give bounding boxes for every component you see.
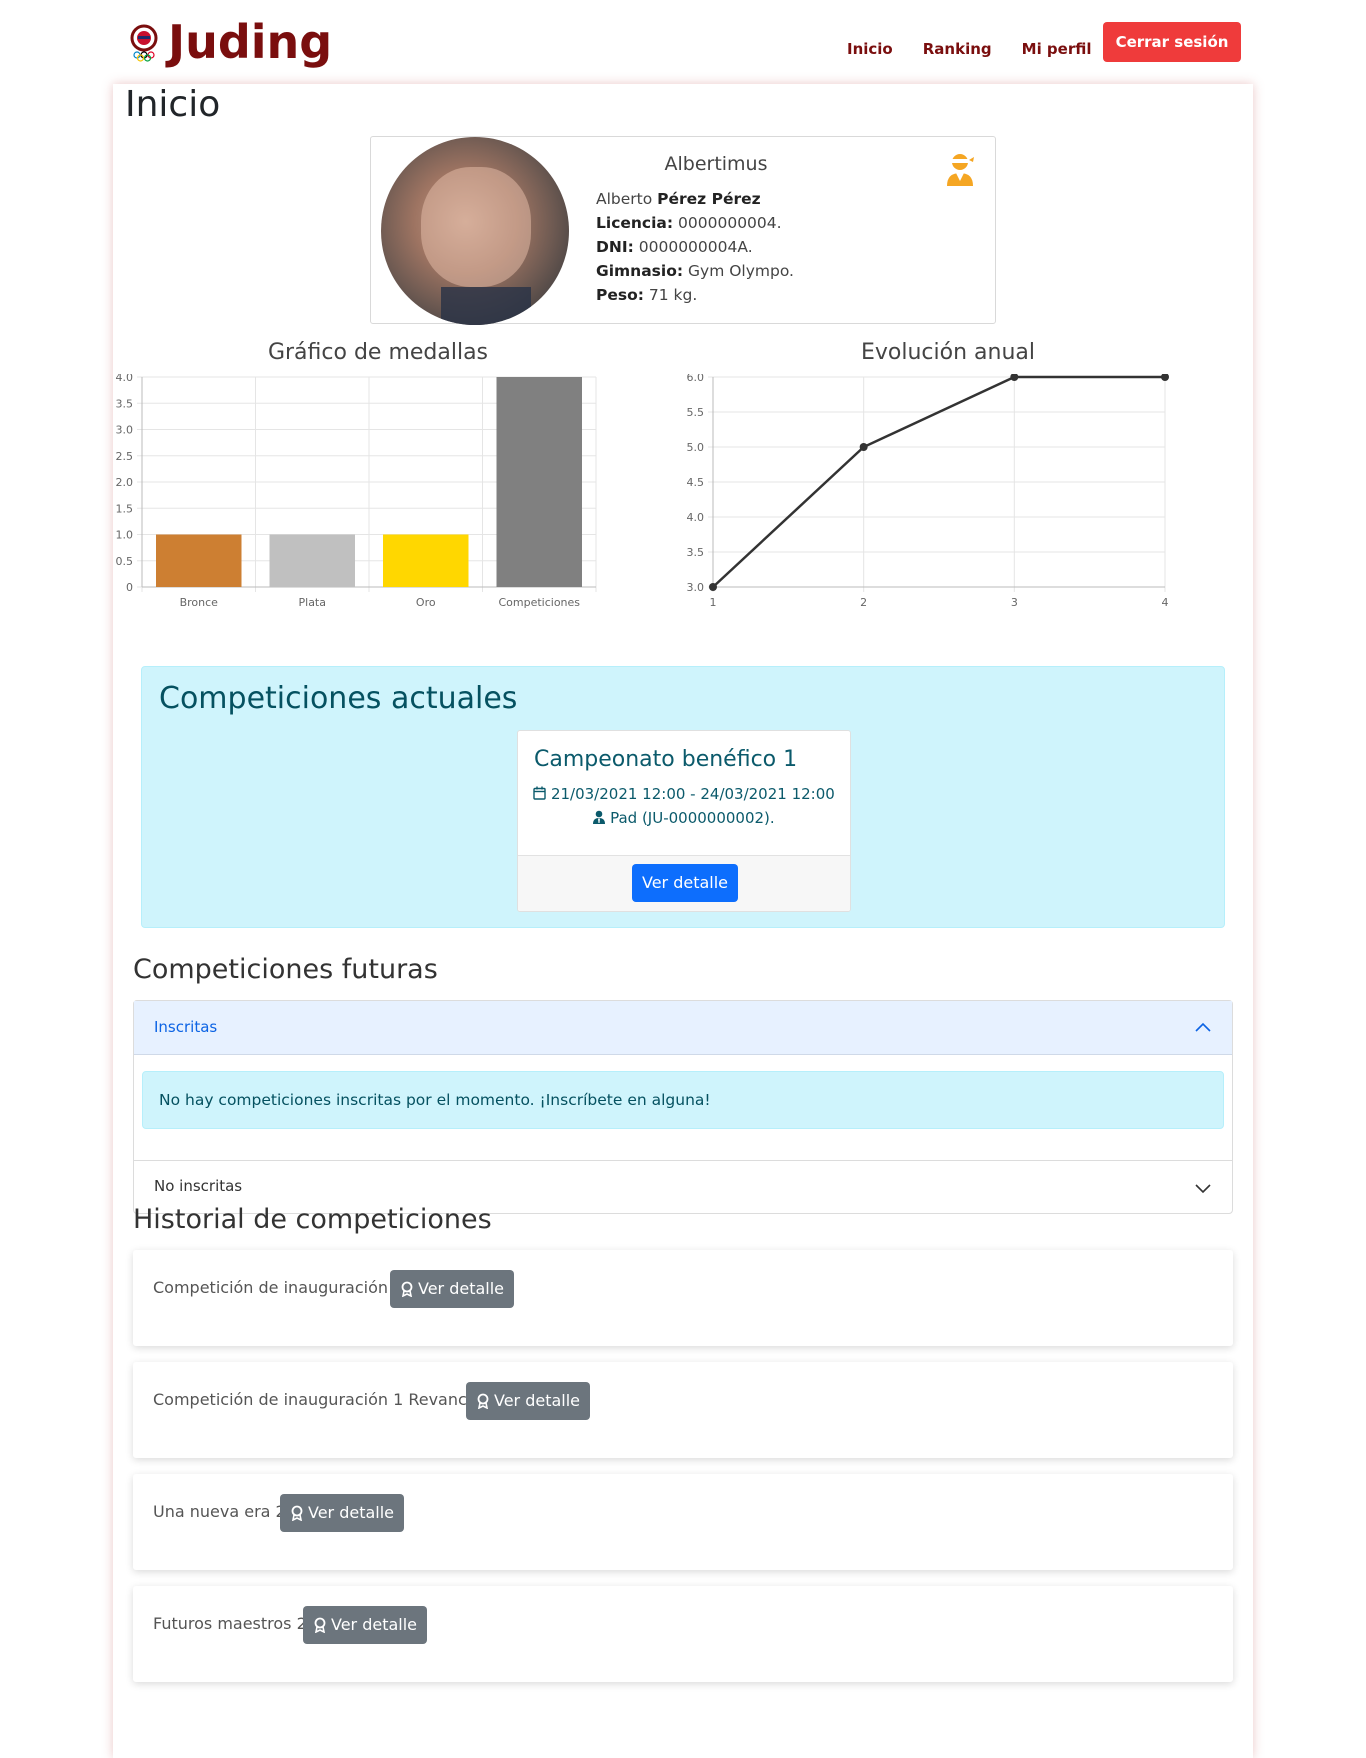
nav-links: Inicio Ranking Mi perfil — [832, 30, 1107, 68]
brand[interactable]: Juding — [128, 14, 332, 70]
competition-dates: 21/03/2021 12:00 - 24/03/2021 12:00 — [518, 785, 850, 803]
current-competitions: Competiciones actuales Campeonato benéfi… — [141, 666, 1225, 928]
y-tick-label: 4.0 — [116, 374, 134, 384]
profile-gym: Gimnasio: Gym Olympo. — [596, 262, 794, 280]
profile-license: Licencia: 0000000004. — [596, 214, 782, 232]
award-icon — [477, 1393, 489, 1409]
bar-oro — [383, 534, 469, 587]
accordion-header-label: No inscritas — [154, 1177, 243, 1195]
profile-info: Alberto Pérez Pérez Licencia: 0000000004… — [596, 187, 794, 307]
y-tick-label: 1.0 — [116, 529, 134, 542]
history-item-name: Competición de inauguración 2 — [153, 1278, 404, 1297]
chevron-up-icon — [1195, 1022, 1211, 1032]
user-tie-icon — [593, 810, 606, 824]
competition-card-footer: Ver detalle — [518, 855, 850, 911]
history-view-detail-button[interactable]: Ver detalle — [280, 1494, 405, 1532]
judo-logo-icon — [130, 24, 158, 62]
award-icon — [291, 1505, 303, 1521]
navbar: Juding Inicio Ranking Mi perfil Cerrar s… — [0, 0, 1366, 84]
history-item-name: Una nueva era 2 — [153, 1502, 286, 1521]
history-view-detail-button[interactable]: Ver detalle — [390, 1270, 515, 1308]
y-tick-label: 3.5 — [687, 546, 705, 559]
profile-weight: Peso: 71 kg. — [596, 286, 698, 304]
x-tick-label: Competiciones — [498, 596, 580, 609]
y-tick-label: 3.0 — [687, 581, 705, 594]
bar-competiciones — [496, 377, 582, 587]
logout-button[interactable]: Cerrar sesión — [1103, 22, 1241, 62]
medals-chart: 4.0 3.5 3.0 2.5 2.0 1.5 1.0 0.5 0 Bronce Plata Oro C… — [116, 374, 597, 609]
history-item-name: Competición de inauguración 1 Revancha — [153, 1390, 487, 1409]
alert-message: No hay competiciones inscritas por el mo… — [159, 1091, 711, 1109]
award-icon — [401, 1281, 413, 1297]
history-item: Competición de inauguración 2 Ver detall… — [133, 1250, 1233, 1346]
data-point — [709, 583, 717, 591]
competition-name: Campeonato benéfico 1 — [534, 747, 798, 772]
bar-plata — [269, 534, 355, 587]
x-tick-label: Oro — [416, 596, 436, 609]
current-competitions-title: Competiciones actuales — [159, 681, 518, 716]
data-point — [1161, 374, 1169, 381]
x-tick-label: 1 — [710, 596, 717, 609]
accordion-header-label: Inscritas — [154, 1018, 218, 1036]
x-tick-label: Bronce — [180, 596, 219, 609]
accordion-header-registered[interactable]: Inscritas — [134, 1001, 1232, 1055]
data-point — [1010, 374, 1019, 381]
y-tick-label: 3.0 — [116, 424, 134, 437]
competition-card: Campeonato benéfico 1 21/03/2021 12:00 -… — [517, 730, 851, 912]
accordion-body-registered: No hay competiciones inscritas por el mo… — [134, 1055, 1232, 1161]
x-tick-label: 4 — [1162, 596, 1169, 609]
y-tick-label: 0 — [126, 581, 133, 594]
future-accordion: Inscritas No hay competiciones inscritas… — [133, 1000, 1233, 1214]
y-tick-label: 1.5 — [116, 502, 134, 515]
x-tick-label: Plata — [299, 596, 326, 609]
calendar-icon — [533, 786, 546, 800]
history-item: Futuros maestros 2 Ver detalle — [133, 1586, 1233, 1682]
competition-owner: Pad (JU-0000000002). — [518, 809, 850, 827]
bar-bronce — [156, 534, 242, 587]
x-tick-label: 2 — [860, 596, 867, 609]
history-view-detail-button[interactable]: Ver detalle — [466, 1382, 591, 1420]
annual-chart-title: Evolución anual — [860, 340, 1035, 365]
no-registered-alert: No hay competiciones inscritas por el mo… — [142, 1071, 1224, 1129]
history-item-name: Futuros maestros 2 — [153, 1614, 307, 1633]
y-tick-label: 6.0 — [687, 374, 705, 384]
brand-name: Juding — [168, 15, 333, 69]
history-title: Historial de competiciones — [133, 1204, 492, 1235]
y-tick-label: 4.0 — [687, 511, 705, 524]
nav-link-ranking[interactable]: Ranking — [908, 30, 1007, 68]
profile-dni: DNI: 0000000004A. — [596, 238, 753, 256]
history-item: Competición de inauguración 1 Revancha V… — [133, 1362, 1233, 1458]
y-tick-label: 5.0 — [687, 441, 705, 454]
y-tick-label: 3.5 — [116, 397, 134, 410]
profile-fullname: Alberto Pérez Pérez — [596, 190, 761, 208]
y-tick-label: 4.5 — [687, 476, 705, 489]
x-tick-label: 3 — [1011, 596, 1018, 609]
main-container: Inicio Albertimus Alberto Pérez Pérez Li… — [113, 84, 1253, 1758]
view-detail-button[interactable]: Ver detalle — [632, 864, 738, 902]
chevron-down-icon — [1195, 1184, 1211, 1194]
y-tick-label: 5.5 — [687, 406, 705, 419]
nav-link-mi-perfil[interactable]: Mi perfil — [1007, 30, 1107, 68]
y-tick-label: 2.5 — [116, 450, 134, 463]
profile-username: Albertimus — [664, 153, 768, 175]
data-point — [859, 443, 868, 451]
judoka-icon — [947, 154, 974, 186]
award-icon — [314, 1617, 326, 1633]
future-competitions-title: Competiciones futuras — [133, 954, 438, 985]
y-tick-label: 2.0 — [116, 476, 134, 489]
avatar — [381, 137, 569, 325]
annual-chart: 6.0 5.5 5.0 4.5 4.0 3.5 3.0 1 2 3 4 — [687, 374, 1169, 609]
history-view-detail-button[interactable]: Ver detalle — [303, 1606, 428, 1644]
medals-chart-title: Gráfico de medallas — [267, 340, 489, 365]
y-tick-label: 0.5 — [116, 555, 134, 568]
page-title: Inicio — [125, 84, 221, 125]
profile-card: Albertimus Alberto Pérez Pérez Licencia:… — [370, 136, 996, 325]
nav-link-inicio[interactable]: Inicio — [832, 30, 908, 68]
history-item: Una nueva era 2 Ver detalle — [133, 1474, 1233, 1570]
